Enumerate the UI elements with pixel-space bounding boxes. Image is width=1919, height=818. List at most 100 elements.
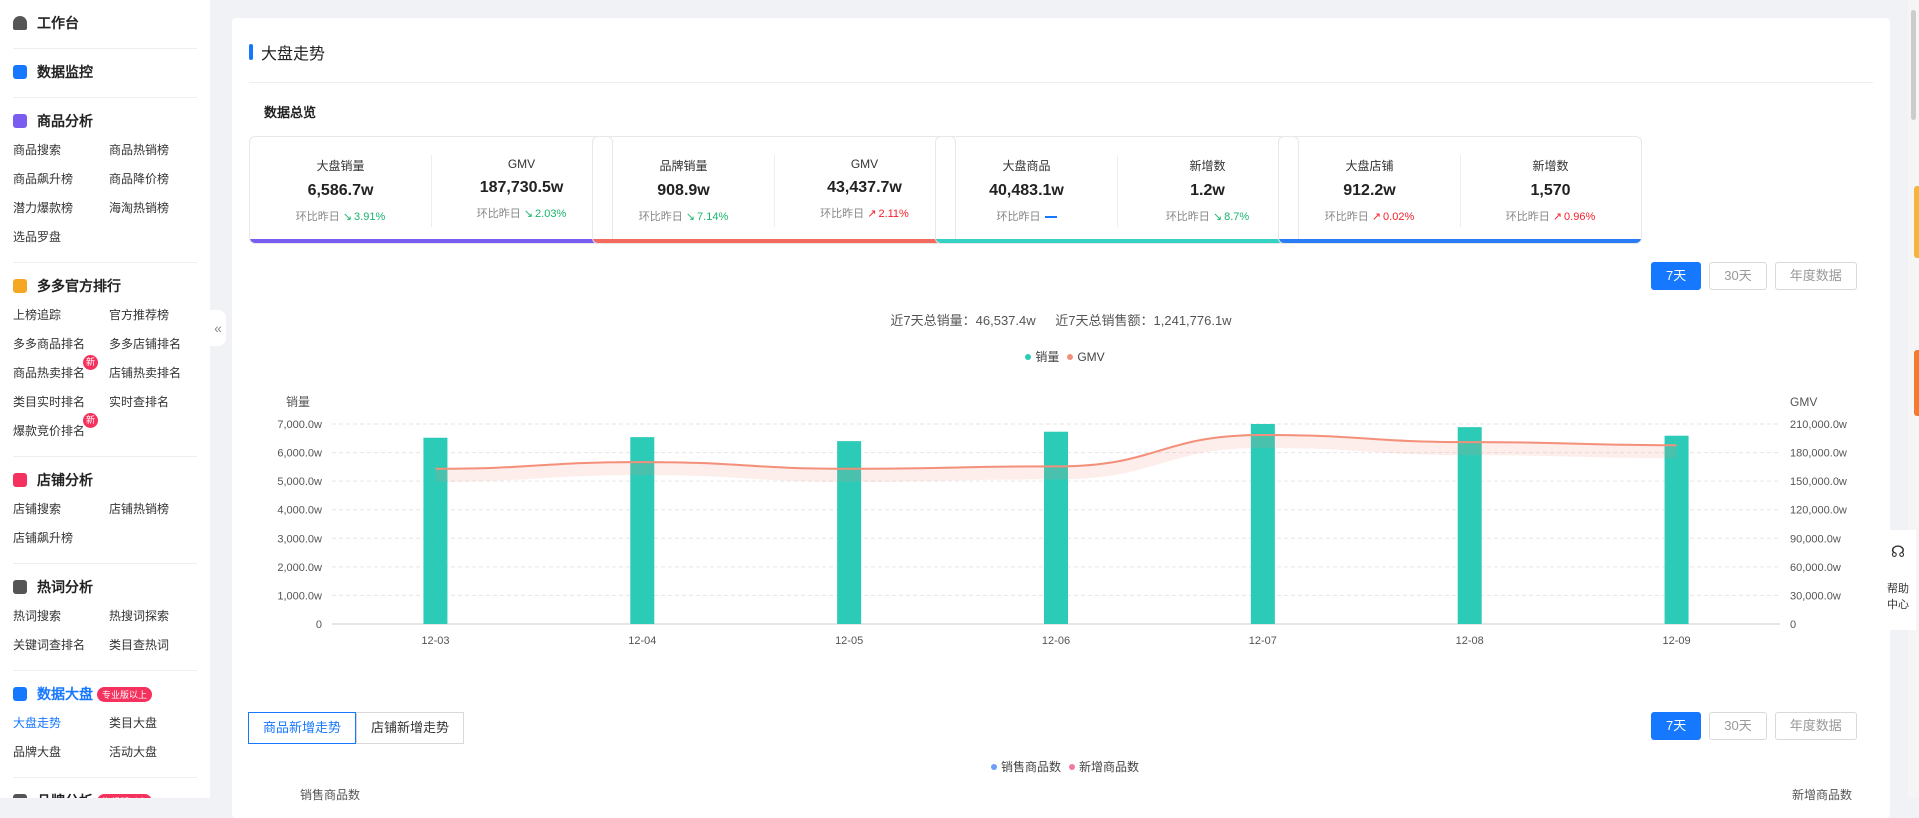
side-tab-orange[interactable] [1914,350,1919,416]
section2-tabs: 商品新增走势 店铺新增走势 [248,712,465,744]
sidebar-item[interactable]: 潜力爆款榜 [13,194,109,223]
metric-right: GMV 43,437.7w 环比昨日 ↗ 2.11% [774,137,955,243]
sidebar-item[interactable]: 热搜词探索 [109,602,205,631]
sidebar-item[interactable]: 实时查排名 [109,388,205,417]
sidebar-section-header[interactable]: 品牌分析旗舰版以上 [13,786,197,798]
sidebar-item[interactable]: 类目大盘 [109,709,205,738]
bar-12-06[interactable] [1044,431,1068,624]
sidebar-item[interactable]: 商品降价榜 [109,165,205,194]
sidebar-item[interactable]: 多多店铺排名 [109,330,205,359]
metric-compare: 环比昨日 ↘ 3.91% [250,208,431,224]
x-tick-label: 12-07 [1249,635,1277,647]
sidebar-item[interactable]: 海淘热销榜 [109,194,205,223]
compare-label: 环比昨日 [295,211,340,223]
sidebar-item[interactable]: 类目实时排名 [13,388,109,417]
sidebar-item-label: 店铺热销榜 [109,502,170,516]
sidebar-item[interactable]: 爆款竞价排名新 [13,413,109,446]
legend-label: 销售商品数 [1000,760,1061,774]
legend-item[interactable]: 销量 [1017,350,1059,364]
sidebar-section-header[interactable]: 店铺分析 [13,465,197,495]
legend-item[interactable]: 新增商品数 [1061,760,1139,774]
sidebar-section-header[interactable]: 多多官方排行 [13,271,197,301]
section2-tab[interactable]: 店铺新增走势 [356,712,465,744]
sidebar-section-header[interactable]: 商品分析 [13,106,197,136]
range-button[interactable]: 7天 [1651,262,1702,290]
metric-right: 新增数 1.2w 环比昨日 ↘ 8.7% [1117,137,1298,243]
section2-y-axis-label: 销售商品数 [300,788,361,802]
sidebar-item-workbench[interactable]: 工作台 [13,8,197,38]
sidebar-item-monitor[interactable]: 数据监控 [13,57,197,87]
page-title: 大盘走势 [249,40,325,64]
sidebar-item-grid: 热词搜索 热搜词探索 关键词查排名 类目查热词 [13,602,197,660]
sidebar-item-label: 商品搜索 [13,143,62,157]
bar-12-09[interactable] [1664,435,1689,624]
metric-label: 新增数 [1532,159,1569,173]
y2-tick-label: 210,000.0w [1790,419,1847,431]
help-center-button[interactable]: ☊ 帮助 中心 [1880,530,1916,630]
range-button[interactable]: 7天 [1651,712,1702,740]
home-icon [13,16,27,30]
sidebar-item[interactable]: 上榜追踪 [13,301,109,330]
sidebar-item[interactable]: 活动大盘 [109,738,205,767]
section2-tab[interactable]: 商品新增走势 [248,712,357,744]
sidebar-item[interactable]: 店铺飙升榜 [13,524,109,553]
scrollbar-thumb[interactable] [1911,10,1916,120]
legend-item[interactable]: 销售商品数 [983,760,1061,774]
range-button[interactable]: 年度数据 [1774,262,1857,290]
sidebar-item[interactable]: 商品飙升榜 [13,165,109,194]
sidebar-section-header[interactable]: 数据大盘 专业版以上 [13,679,197,709]
metric-value: 908.9w [657,182,710,199]
sidebar-item-label: 关键词查排名 [13,638,86,652]
sidebar-section-title: 店铺分析 [37,472,93,488]
flagship-badge: 旗舰版以上 [97,793,153,798]
sidebar-item[interactable]: 商品搜索 [13,136,109,165]
bar-12-08[interactable] [1457,427,1482,624]
sidebar-item-label: 上榜追踪 [13,308,62,322]
metric-card: 大盘店铺 912.2w 环比昨日 ↗ 0.02% 新增数 1,570 环比昨日 ↗ 0.96% [1278,136,1642,244]
range-button[interactable]: 30天 [1709,262,1767,290]
sidebar-section-header[interactable]: 热词分析 [13,572,197,602]
sidebar-section: 品牌分析旗舰版以上 [13,778,197,798]
y-tick-label: 5,000.0w [277,476,322,488]
bar-12-03[interactable] [423,437,448,624]
sidebar-item[interactable]: 店铺热卖排名 [109,359,205,388]
metric-compare: 环比昨日 ↘ 2.03% [431,205,612,221]
sidebar-item-label: 热搜词探索 [109,609,170,623]
legend-item[interactable]: GMV [1059,350,1105,364]
section-icon [13,114,27,128]
metric-value: 6,586.7w [307,182,374,199]
y-tick-label: 6,000.0w [277,448,322,460]
sidebar-item[interactable]: 类目查热词 [109,631,205,660]
y2-tick-label: 90,000.0w [1790,533,1841,545]
metric-compare: 环比昨日 ↘ 8.7% [1117,208,1298,224]
sidebar-item[interactable]: 商品热销榜 [109,136,205,165]
bar-12-07[interactable] [1250,424,1275,624]
collapse-sidebar-button[interactable]: « [210,310,226,346]
compare-label: 环比昨日 [1505,211,1550,223]
flat-trend-icon [1044,216,1057,219]
sidebar-item[interactable]: 品牌大盘 [13,738,109,767]
sidebar-item[interactable]: 选品罗盘 [13,223,109,252]
sidebar-item[interactable]: 店铺搜索 [13,495,109,524]
trend-up-icon: ↗ [1549,211,1563,223]
main-panel: 大盘走势 数据总览 大盘销量 6,586.7w 环比昨日 ↘ 3.91% GMV 187,… [232,18,1890,818]
x-tick-label: 12-09 [1663,635,1691,647]
metric-left: 品牌销量 908.9w 环比昨日 ↘ 7.14% [593,137,774,243]
sidebar-item[interactable]: 热词搜索 [13,602,109,631]
range-button[interactable]: 30天 [1709,712,1767,740]
sidebar-item[interactable]: 关键词查排名 [13,631,109,660]
metric-label: GMV [850,157,879,171]
trend-down-icon: ↘ [1209,211,1223,223]
y-tick-label: 2,000.0w [277,562,322,574]
sidebar-section: 数据大盘 专业版以上 大盘走势 类目大盘 品牌大盘 活动大盘 [13,671,197,778]
compare-label: 环比昨日 [1324,211,1369,223]
sidebar-item[interactable]: 商品热卖排名新 [13,355,109,388]
sidebar-item[interactable]: 多多商品排名 [13,330,109,359]
side-tab-yellow[interactable] [1914,186,1919,258]
sidebar-item[interactable]: 店铺热销榜 [109,495,205,524]
range-button[interactable]: 年度数据 [1774,712,1857,740]
metric-value: 40,483.1w [989,182,1064,199]
new-badge: 新 [83,413,98,428]
sidebar-item[interactable]: 官方推荐榜 [109,301,205,330]
sidebar-item[interactable]: 大盘走势 [13,709,109,738]
